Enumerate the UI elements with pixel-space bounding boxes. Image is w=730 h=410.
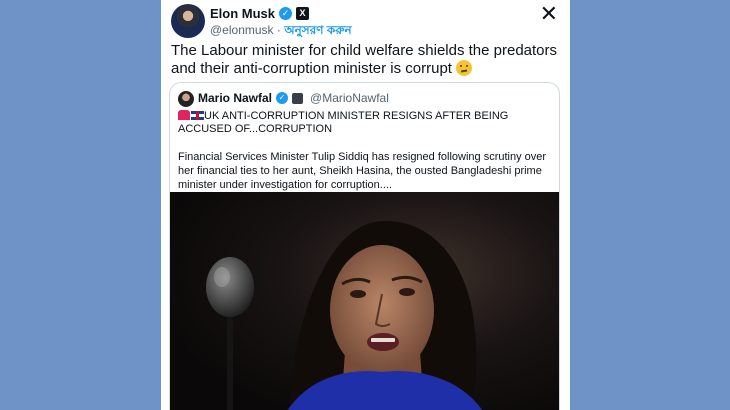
tweet-text: The Labour minister for child welfare sh… xyxy=(171,42,563,78)
quote-body: Financial Services Minister Tulip Siddiq… xyxy=(178,151,547,191)
quote-author-handle[interactable]: @MarioNawfal xyxy=(310,91,389,105)
quote-author-row: Mario Nawfal ✓ @MarioNawfal xyxy=(198,91,389,105)
x-affiliate-icon: X xyxy=(296,7,310,20)
author-name-row: Elon Musk ✓ X xyxy=(210,6,310,21)
quote-affiliate-icon xyxy=(292,92,304,104)
quote-author-avatar[interactable] xyxy=(178,91,194,107)
quote-author-name[interactable]: Mario Nawfal xyxy=(198,91,272,105)
quote-photo-illustration xyxy=(170,192,559,410)
handle-separator: · xyxy=(273,23,285,37)
quote-headline: UK ANTI-CORRUPTION MINISTER RESIGNS AFTE… xyxy=(178,110,548,136)
quoted-tweet[interactable]: Mario Nawfal ✓ @MarioNawfal UK ANTI-CORR… xyxy=(169,82,560,410)
author-avatar[interactable] xyxy=(171,4,205,38)
siren-emoji-icon xyxy=(178,110,190,120)
uk-flag-icon xyxy=(191,111,204,120)
handle-row: @elonmusk · অনুসরণ করুন xyxy=(210,22,352,42)
quote-verified-badge-icon: ✓ xyxy=(276,92,289,104)
verified-badge-icon: ✓ xyxy=(279,7,293,20)
tweet-body: The Labour minister for child welfare sh… xyxy=(171,42,558,77)
quote-headline-text: UK ANTI-CORRUPTION MINISTER RESIGNS AFTE… xyxy=(178,110,509,135)
author-handle[interactable]: @elonmusk xyxy=(210,23,274,37)
raised-eyebrow-emoji-icon xyxy=(456,60,473,76)
quote-photo[interactable] xyxy=(170,192,559,410)
close-icon[interactable]: ✕ xyxy=(540,3,558,25)
follow-button[interactable]: অনুসরণ করুন xyxy=(284,23,351,37)
tweet-card: Elon Musk ✓ X @elonmusk · অনুসরণ করুন ✕ … xyxy=(161,0,570,410)
author-name[interactable]: Elon Musk xyxy=(210,6,275,21)
